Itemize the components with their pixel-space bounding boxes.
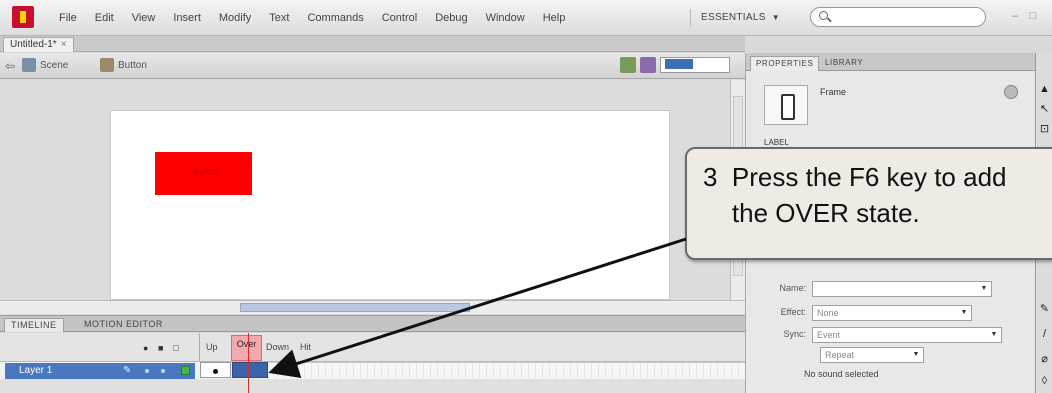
panel-tab-strip: PROPERTIES LIBRARY [746, 53, 1036, 71]
frame-label-up[interactable]: Up [206, 342, 218, 352]
callout-text: 3 Press the F6 key to add the OVER state… [703, 162, 1007, 228]
menu-debug[interactable]: Debug [426, 9, 476, 27]
keyframe-over-selected[interactable] [232, 362, 268, 378]
outline-icon[interactable]: □ [173, 343, 178, 353]
playhead[interactable] [248, 333, 249, 393]
horizontal-scrollbar[interactable] [0, 300, 745, 314]
workspace-switcher[interactable]: ESSENTIALS ▼ [690, 9, 780, 27]
menu-control[interactable]: Control [373, 9, 426, 27]
brush-tool-icon[interactable]: / [1038, 328, 1051, 341]
effect-value: None [817, 308, 839, 318]
flash-app-window: File Edit View Insert Modify Text Comman… [0, 0, 1052, 393]
chevron-down-icon: ▼ [912, 351, 920, 358]
maximize-icon[interactable]: □ [1026, 10, 1040, 22]
red-button-shape[interactable]: Button [155, 152, 252, 195]
lock-dot[interactable] [161, 369, 165, 373]
flash-logo-icon[interactable] [12, 6, 34, 28]
menu-commands[interactable]: Commands [298, 9, 372, 27]
stage[interactable]: Button [110, 110, 670, 300]
symbol-type-label: Frame [820, 87, 847, 97]
menu-edit[interactable]: Edit [86, 9, 123, 27]
zoom-select[interactable] [660, 57, 730, 73]
subselection-tool-icon[interactable]: ↖ [1038, 103, 1051, 116]
frame-label-over[interactable]: Over [231, 335, 262, 361]
chevron-down-icon: ▼ [771, 13, 780, 22]
help-search-input[interactable] [810, 7, 986, 27]
menu-modify[interactable]: Modify [210, 9, 260, 27]
chevron-down-icon: ▼ [990, 331, 998, 338]
timeline-tab-strip: TIMELINE MOTION EDITOR [0, 315, 745, 332]
menu-bar: File Edit View Insert Modify Text Comman… [0, 0, 1052, 36]
pencil-tool-icon[interactable]: ✎ [1038, 303, 1051, 316]
document-tab[interactable]: Untitled-1* × [3, 37, 74, 52]
outline-color-icon[interactable] [181, 366, 190, 375]
menu-window[interactable]: Window [477, 9, 534, 27]
tab-motion-editor[interactable]: MOTION EDITOR [78, 318, 169, 332]
eye-icon[interactable]: ● [143, 343, 148, 353]
repeat-select[interactable]: Repeat ▼ [820, 347, 924, 363]
symbol-label[interactable]: Button [118, 60, 147, 71]
document-tab-label: Untitled-1* [10, 39, 57, 50]
layer-name-label: Layer 1 [19, 365, 53, 376]
frame-labels-row: Up Over Down Hit [199, 333, 745, 361]
keyframe-up[interactable] [200, 362, 231, 378]
menu-help[interactable]: Help [534, 9, 575, 27]
lock-icon[interactable]: ■ [158, 343, 163, 353]
search-icon [819, 11, 828, 20]
close-icon[interactable]: × [61, 39, 67, 50]
timeline-body [0, 379, 745, 393]
document-tab-strip: Untitled-1* × [0, 36, 745, 52]
pencil-icon: ✎ [123, 365, 132, 376]
tab-timeline[interactable]: TIMELINE [4, 318, 64, 332]
scene-icon[interactable] [22, 58, 36, 72]
no-sound-label: No sound selected [804, 369, 879, 379]
label-section-heading[interactable]: LABEL [764, 138, 789, 147]
menu-text[interactable]: Text [260, 9, 298, 27]
tab-library[interactable]: LIBRARY [820, 56, 868, 71]
instruction-callout: 3 Press the F6 key to add the OVER state… [685, 147, 1052, 260]
visibility-dot[interactable] [145, 369, 149, 373]
minimize-icon[interactable]: – [1008, 10, 1022, 22]
stage-area: Button [0, 80, 730, 300]
menu-file[interactable]: File [50, 9, 86, 27]
menu-items: File Edit View Insert Modify Text Comman… [50, 9, 574, 27]
ink-tool-icon[interactable]: ⌀ [1038, 353, 1051, 366]
name-label: Name: [779, 283, 806, 293]
effect-select[interactable]: None ▼ [812, 305, 972, 321]
button-shape-text: Button [193, 166, 220, 176]
selection-tool-icon[interactable]: ▲ [1038, 83, 1051, 96]
effect-label: Effect: [780, 307, 806, 317]
layer-name[interactable]: Layer 1 ✎ [5, 363, 195, 379]
button-symbol-icon[interactable] [100, 58, 114, 72]
frame-cells[interactable] [270, 362, 745, 378]
menu-insert[interactable]: Insert [164, 9, 210, 27]
name-field[interactable]: ▼ [812, 281, 992, 297]
horizontal-scroll-thumb[interactable] [240, 303, 470, 312]
frame-label-hit[interactable]: Hit [300, 342, 311, 352]
menu-view[interactable]: View [123, 9, 165, 27]
frame-symbol-icon [764, 85, 808, 125]
back-arrow-icon[interactable]: ⇦ [5, 59, 15, 73]
eye-icon[interactable] [1004, 85, 1018, 99]
chevron-down-icon: ▼ [960, 309, 968, 316]
edit-bar: ⇦ Scene Button [0, 53, 745, 79]
chevron-down-icon: ▼ [980, 285, 988, 292]
frame-label-down[interactable]: Down [266, 342, 289, 352]
scene-label[interactable]: Scene [40, 60, 68, 71]
sync-label: Sync: [783, 329, 806, 339]
zoom-value-highlight [665, 59, 693, 70]
sync-select[interactable]: Event ▼ [812, 327, 1002, 343]
repeat-value: Repeat [825, 350, 855, 360]
workspace-label: ESSENTIALS [701, 12, 766, 23]
edit-scene-icon[interactable] [620, 57, 636, 73]
transform-tool-icon[interactable]: ⊡ [1038, 123, 1051, 136]
edit-symbols-icon[interactable] [640, 57, 656, 73]
eraser-tool-icon[interactable]: ◊ [1038, 375, 1051, 388]
sync-value: Event [817, 330, 841, 340]
tab-properties[interactable]: PROPERTIES [750, 56, 820, 71]
timeline-header: ● ■ □ Up Over Down Hit [0, 333, 745, 361]
